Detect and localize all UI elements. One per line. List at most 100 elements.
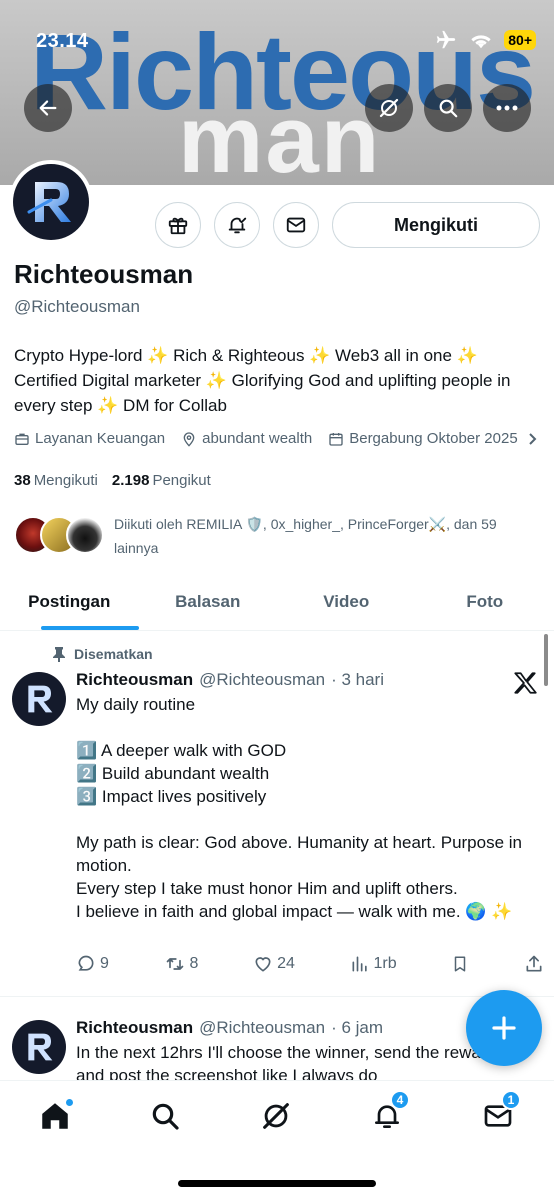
tab-video[interactable]: Video xyxy=(277,574,416,630)
like-count: 24 xyxy=(277,955,295,972)
follow-counts: 38 Mengikuti 2.198 Pengikut xyxy=(14,472,211,489)
repost-button[interactable]: 8 xyxy=(164,954,199,974)
airplane-icon xyxy=(437,30,456,49)
pinned-text: Disematkan xyxy=(74,646,153,662)
profile-avatar[interactable] xyxy=(9,160,93,244)
post-avatar[interactable] xyxy=(12,672,66,726)
avatar-logo-icon xyxy=(28,1033,53,1061)
repost-icon xyxy=(166,958,183,970)
search-button[interactable] xyxy=(424,84,472,132)
post-author-handle[interactable]: @Richteousman xyxy=(199,1018,325,1038)
profile-bio: Crypto Hype-lord ✨ Rich & Righteous ✨ We… xyxy=(14,346,511,415)
profile-handle: @Richteousman xyxy=(14,297,140,316)
share-icon xyxy=(526,955,542,972)
share-button[interactable] xyxy=(524,954,544,974)
views-count: 1rb xyxy=(373,955,397,972)
home-unread-dot xyxy=(65,1098,74,1107)
post-line: 1️⃣ A deeper walk with GOD xyxy=(76,741,287,760)
avatar xyxy=(66,516,104,554)
pinned-label: Disematkan xyxy=(52,646,153,662)
profile-location: abundant wealth xyxy=(181,430,312,447)
followers-count-link[interactable]: 2.198 Pengikut xyxy=(112,472,211,489)
post-time: · 6 jam xyxy=(331,1018,384,1037)
notify-button[interactable] xyxy=(214,202,260,248)
profile-meta: Layanan Keuangan abundant wealth Bergabu… xyxy=(14,430,554,447)
avatar-logo-icon xyxy=(28,685,53,713)
nav-home[interactable] xyxy=(28,1094,82,1138)
arrow-left-icon xyxy=(39,100,57,116)
post-avatar[interactable] xyxy=(12,1020,66,1074)
nav-notifications[interactable]: 4 xyxy=(360,1090,414,1138)
followers-count: 2.198 xyxy=(111,472,150,489)
notifications-badge: 4 xyxy=(390,1090,410,1110)
like-button[interactable]: 24 xyxy=(253,954,295,974)
tab-replies[interactable]: Balasan xyxy=(139,574,278,630)
briefcase-icon xyxy=(15,433,29,445)
banner-text-line2: man xyxy=(178,86,382,186)
reply-button[interactable]: 9 xyxy=(76,954,109,974)
grok-icon xyxy=(263,1103,289,1129)
grok-icon xyxy=(379,98,399,118)
status-icons: 80+ xyxy=(434,29,536,51)
status-time: 23.14 xyxy=(36,30,89,52)
gift-button[interactable] xyxy=(155,202,201,248)
location-icon xyxy=(183,431,195,447)
post-line: My path is clear: God above. Humanity at… xyxy=(76,833,523,875)
grok-button[interactable] xyxy=(365,84,413,132)
nav-messages[interactable]: 1 xyxy=(471,1090,525,1138)
mutual-followers-avatars[interactable] xyxy=(14,516,104,558)
post-line: My daily routine xyxy=(76,695,196,714)
compose-post-button[interactable] xyxy=(466,990,542,1066)
profile-category: Layanan Keuangan xyxy=(14,430,165,447)
more-icon xyxy=(496,105,518,111)
messages-badge: 1 xyxy=(501,1090,521,1110)
post-text: My daily routine 1️⃣ A deeper walk with … xyxy=(76,693,544,923)
profile-category-label: Layanan Keuangan xyxy=(35,430,166,447)
views-button[interactable]: 1rb xyxy=(350,954,397,974)
avatar-logo-icon xyxy=(27,182,71,222)
post-author-name[interactable]: Richteousman xyxy=(76,670,193,690)
active-tab-indicator xyxy=(41,626,139,630)
status-bar: 23.14 80+ xyxy=(0,0,554,60)
following-label: Mengikuti xyxy=(33,472,98,489)
gift-icon xyxy=(168,217,188,235)
search-icon xyxy=(152,1103,179,1130)
post-time: · 3 hari xyxy=(331,670,384,689)
plus-icon xyxy=(492,1016,516,1040)
scrollbar[interactable] xyxy=(544,634,548,686)
search-icon xyxy=(439,99,458,118)
chevron-right-icon[interactable] xyxy=(527,432,539,446)
bell-check-icon xyxy=(228,217,247,234)
post-author-handle[interactable]: @Richteousman xyxy=(199,670,325,690)
following-button[interactable]: Mengikuti xyxy=(332,202,540,248)
following-count-link[interactable]: 38 Mengikuti xyxy=(14,472,98,489)
post-line: 3️⃣ Impact lives positively xyxy=(76,787,267,806)
post-header: Richteousman @Richteousman · 3 hari xyxy=(76,670,384,690)
profile-display-name: Richteousman xyxy=(14,259,194,289)
heart-icon xyxy=(255,957,271,972)
message-button[interactable] xyxy=(273,202,319,248)
post-header: Richteousman @Richteousman · 6 jam xyxy=(76,1018,383,1038)
post-line: I believe in faith and global impact — w… xyxy=(76,902,513,921)
bookmark-button[interactable] xyxy=(451,954,469,974)
post-line: Every step I take must honor Him and upl… xyxy=(76,879,458,898)
calendar-icon xyxy=(329,432,343,446)
battery-indicator: 80+ xyxy=(504,30,536,50)
post-line: 2️⃣ Build abundant wealth xyxy=(76,764,270,783)
followers-label: Pengikut xyxy=(152,472,211,489)
repost-count: 8 xyxy=(189,955,199,972)
tab-posts[interactable]: Postingan xyxy=(0,574,139,630)
nav-grok[interactable] xyxy=(249,1094,303,1138)
post-divider xyxy=(0,996,554,997)
more-button[interactable] xyxy=(483,84,531,132)
tab-photos[interactable]: Foto xyxy=(416,574,554,630)
wifi-icon xyxy=(471,35,491,49)
pin-icon xyxy=(53,647,65,662)
followed-by-text[interactable]: Diikuti oleh REMILIA 🛡️, 0x_higher_, Pri… xyxy=(114,512,534,560)
post-author-name[interactable]: Richteousman xyxy=(76,1018,193,1038)
views-icon xyxy=(352,956,367,972)
profile-location-label: abundant wealth xyxy=(202,430,313,447)
bookmark-icon xyxy=(455,956,466,972)
back-button[interactable] xyxy=(24,84,72,132)
nav-explore[interactable] xyxy=(138,1094,192,1138)
